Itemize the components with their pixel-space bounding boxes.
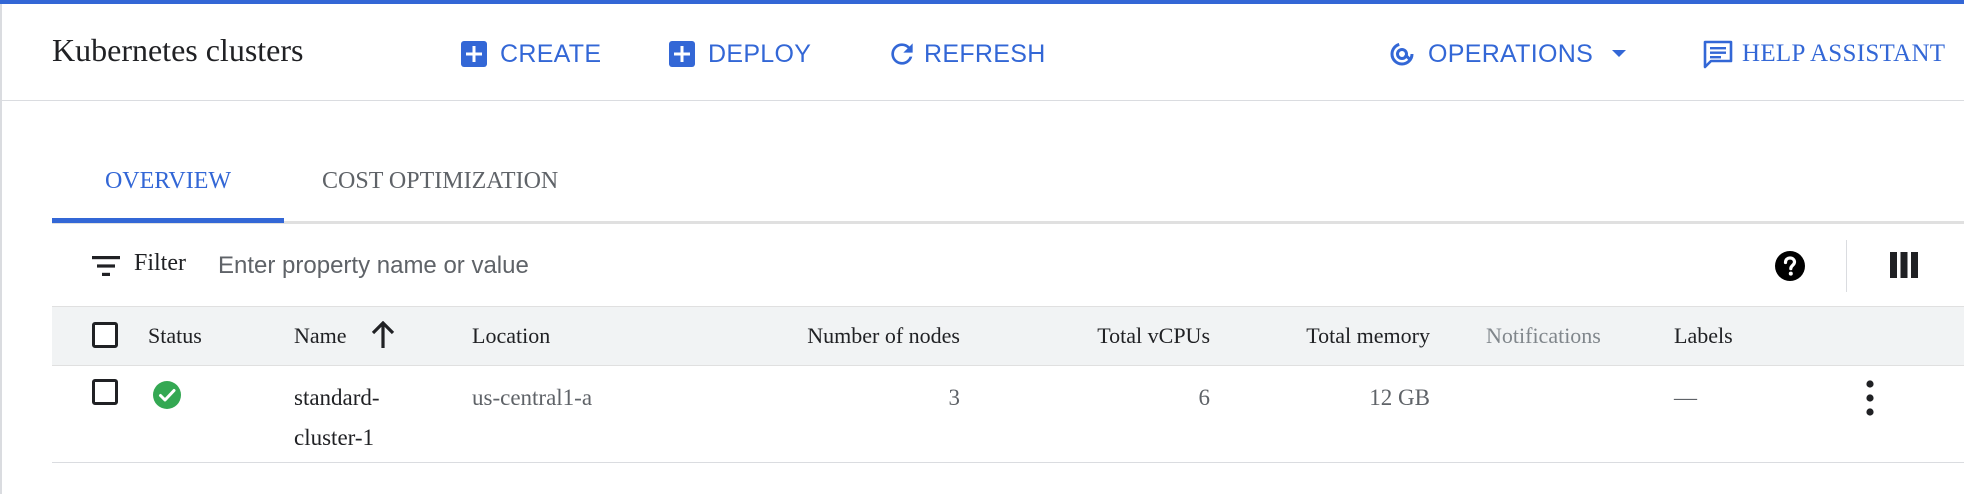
add-box-icon — [668, 40, 696, 68]
column-memory[interactable]: Total memory — [1306, 323, 1430, 349]
cluster-location: us-central1-a — [472, 385, 593, 410]
filter-label: Filter — [134, 250, 186, 276]
column-labels[interactable]: Labels — [1674, 323, 1733, 349]
active-tab-indicator — [52, 218, 284, 223]
deploy-button-label: DEPLOY — [708, 39, 812, 68]
chat-icon — [1702, 39, 1734, 69]
column-notifications: Notifications — [1486, 323, 1601, 348]
cluster-name-line1: standard- — [294, 385, 380, 410]
operations-button-label: OPERATIONS — [1428, 39, 1594, 68]
check-circle-icon — [152, 380, 182, 410]
table-header: Status Name Location Number of nodes Tot… — [52, 306, 1964, 366]
create-button[interactable]: CREATE — [460, 34, 601, 74]
row-checkbox[interactable] — [92, 379, 118, 405]
cluster-name-link[interactable]: standard- cluster-1 — [294, 378, 380, 458]
create-button-label: CREATE — [500, 39, 602, 68]
deploy-button[interactable]: DEPLOY — [668, 34, 811, 74]
chevron-down-icon — [1611, 49, 1627, 59]
more-vert-icon[interactable] — [1858, 378, 1882, 418]
refresh-icon — [886, 38, 918, 70]
table-row[interactable]: standard- cluster-1 us-central1-a 3 6 12… — [52, 364, 1964, 463]
filter-input[interactable] — [216, 244, 1120, 288]
cluster-memory: 12 GB — [1369, 385, 1430, 410]
column-location[interactable]: Location — [472, 323, 550, 349]
operations-icon — [1388, 40, 1416, 68]
help-assistant-label: HELP ASSISTANT — [1742, 40, 1946, 67]
column-name[interactable]: Name — [294, 323, 347, 349]
operations-button[interactable]: OPERATIONS — [1388, 34, 1627, 74]
select-all-checkbox[interactable] — [92, 322, 118, 348]
cluster-vcpus: 6 — [1198, 385, 1211, 410]
cluster-nodes: 3 — [948, 385, 961, 410]
page-title: Kubernetes clusters — [52, 32, 304, 68]
help-assistant-button[interactable]: HELP ASSISTANT — [1702, 34, 1945, 74]
cluster-name-line2: cluster-1 — [294, 425, 375, 450]
cluster-labels: — — [1674, 385, 1697, 410]
refresh-button[interactable]: REFRESH — [886, 34, 1046, 74]
columns-icon[interactable] — [1890, 252, 1918, 278]
filter-icon[interactable] — [92, 254, 122, 278]
toolbar-divider — [1846, 240, 1847, 292]
tab-overview-label: OVERVIEW — [104, 168, 232, 194]
tab-overview[interactable]: OVERVIEW — [52, 168, 284, 224]
sort-ascending-icon[interactable] — [370, 320, 396, 354]
tab-cost-optimization[interactable]: COST OPTIMIZATION — [322, 168, 702, 224]
page-header: Kubernetes clusters CREATE DEPLOY REFRES… — [0, 4, 1964, 101]
tab-bar: OVERVIEW COST OPTIMIZATION — [52, 150, 1964, 224]
refresh-button-label: REFRESH — [924, 39, 1046, 68]
help-icon[interactable] — [1774, 250, 1806, 282]
tab-cost-optimization-label: COST OPTIMIZATION — [322, 168, 559, 194]
column-status[interactable]: Status — [148, 323, 202, 349]
filter-bar: Filter — [52, 226, 1964, 306]
add-box-icon — [460, 40, 488, 68]
column-vcpus[interactable]: Total vCPUs — [1097, 323, 1210, 349]
column-nodes[interactable]: Number of nodes — [807, 323, 960, 349]
